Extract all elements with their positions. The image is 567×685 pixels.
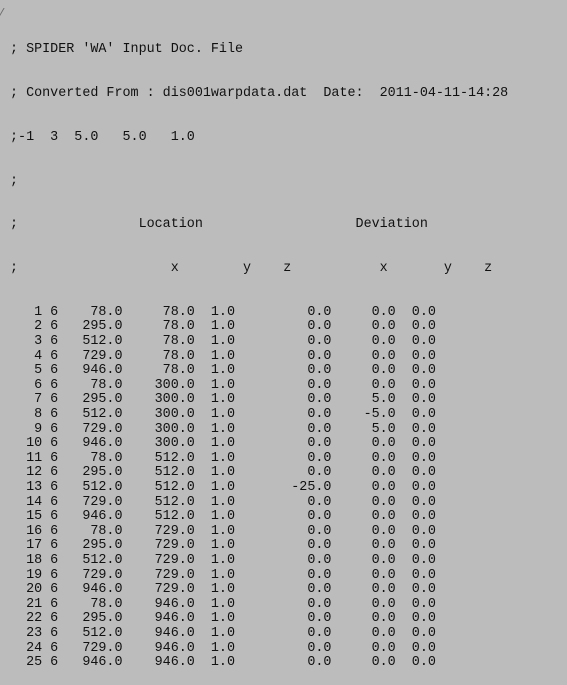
data-row: 13 6 512.0 512.0 1.0 -25.0 0.0 0.0 <box>10 480 436 495</box>
data-row: 14 6 729.0 512.0 1.0 0.0 0.0 0.0 <box>10 494 436 510</box>
data-row: 15 6 946.0 512.0 1.0 0.0 0.0 0.0 <box>10 509 436 525</box>
data-row: 16 6 78.0 729.0 1.0 0.0 0.0 0.0 <box>10 523 436 539</box>
data-row: 17 6 295.0 729.0 1.0 0.0 0.0 0.0 <box>10 538 436 554</box>
data-row: 3 6 512.0 78.0 1.0 0.0 0.0 0.0 <box>10 334 436 350</box>
data-row: 1 6 78.0 78.0 1.0 0.0 0.0 0.0 <box>10 304 436 320</box>
data-rows: 1 6 78.0 78.0 1.0 0.0 0.0 0.0 2 6 295.0 … <box>10 304 508 671</box>
data-row: 20 6 946.0 729.0 1.0 0.0 0.0 0.0 <box>10 582 436 598</box>
data-row: 19 6 729.0 729.0 1.0 0.0 0.0 0.0 <box>10 567 436 583</box>
data-row: 5 6 946.0 78.0 1.0 0.0 0.0 0.0 <box>10 363 436 379</box>
data-row: 21 6 78.0 946.0 1.0 0.0 0.0 0.0 <box>10 596 436 612</box>
data-row: 6 6 78.0 300.0 1.0 0.0 0.0 0.0 <box>10 377 436 393</box>
data-row: 25 6 946.0 946.0 1.0 0.0 0.0 0.0 <box>10 655 436 671</box>
doc-column-headers: ; x y z x y z <box>10 261 493 277</box>
data-row: 18 6 512.0 729.0 1.0 0.0 0.0 0.0 <box>10 552 436 568</box>
data-row: 9 6 729.0 300.0 1.0 0.0 5.0 0.0 <box>10 421 436 437</box>
doc-source-line: ; Converted From : dis001warpdata.dat Da… <box>10 85 509 101</box>
data-row: 22 6 295.0 946.0 1.0 0.0 0.0 0.0 <box>10 611 436 627</box>
data-row: 12 6 295.0 512.0 1.0 0.0 0.0 0.0 <box>10 465 436 481</box>
data-row: 10 6 946.0 300.0 1.0 0.0 0.0 0.0 <box>10 436 436 452</box>
document-text: ; SPIDER 'WA' Input Doc. File ; Converte… <box>10 14 508 685</box>
doc-comment-line: ; <box>10 173 19 189</box>
data-row: 2 6 295.0 78.0 1.0 0.0 0.0 0.0 <box>10 319 436 335</box>
data-row: 23 6 512.0 946.0 1.0 0.0 0.0 0.0 <box>10 625 436 641</box>
doc-params-line: ;-1 3 5.0 5.0 1.0 <box>10 129 195 145</box>
doc-section-headers: ; Location Deviation <box>10 217 428 233</box>
data-row: 4 6 729.0 78.0 1.0 0.0 0.0 0.0 <box>10 348 436 364</box>
data-row: 7 6 295.0 300.0 1.0 0.0 5.0 0.0 <box>10 392 436 408</box>
data-row: 24 6 729.0 946.0 1.0 0.0 0.0 0.0 <box>10 640 436 656</box>
doc-title-line: ; SPIDER 'WA' Input Doc. File <box>10 42 244 58</box>
data-row: 8 6 512.0 300.0 1.0 0.0 -5.0 0.0 <box>10 407 436 423</box>
data-row: 11 6 78.0 512.0 1.0 0.0 0.0 0.0 <box>10 450 436 466</box>
